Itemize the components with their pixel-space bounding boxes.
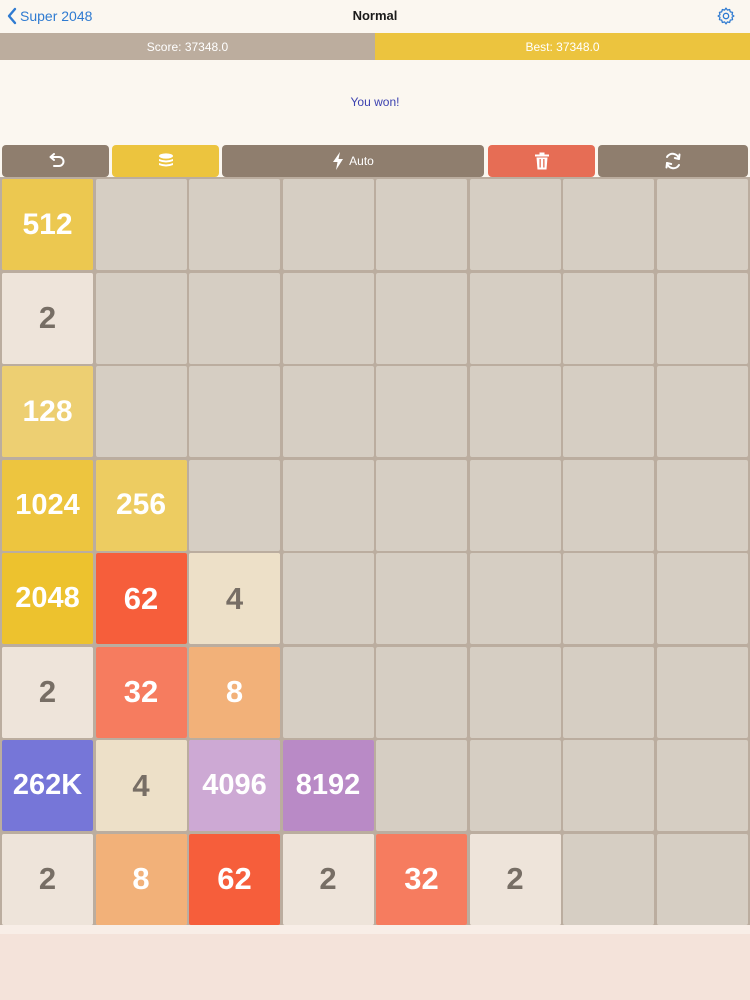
empty-cell — [563, 272, 654, 364]
empty-cell — [563, 459, 654, 551]
navigation-bar: Super 2048 Normal — [0, 0, 750, 33]
empty-cell — [376, 459, 467, 551]
tile: 2 — [2, 833, 93, 925]
empty-cell — [563, 179, 654, 270]
tile: 62 — [189, 833, 280, 925]
restart-button[interactable] — [598, 145, 748, 177]
tile: 256 — [95, 459, 187, 551]
empty-cell — [376, 646, 467, 738]
tile: 4096 — [189, 740, 280, 831]
gear-icon — [717, 7, 735, 25]
trash-icon — [534, 152, 549, 170]
empty-cell — [656, 646, 748, 738]
empty-cell — [376, 179, 467, 270]
back-button-label: Super 2048 — [20, 8, 93, 24]
tile: 62 — [95, 553, 187, 644]
tile: 32 — [376, 833, 467, 925]
empty-cell — [469, 740, 561, 831]
tile: 8 — [95, 833, 187, 925]
empty-cell — [469, 272, 561, 364]
undo-icon — [49, 153, 64, 167]
tile: 32 — [95, 646, 187, 738]
empty-cell — [563, 553, 654, 644]
empty-cell — [469, 366, 561, 457]
best-score-display: Best: 37348.0 — [375, 33, 750, 60]
settings-button[interactable] — [716, 6, 736, 31]
tile: 4 — [95, 740, 187, 831]
tile: 2 — [2, 272, 93, 364]
empty-cell — [656, 833, 748, 925]
empty-cell — [95, 179, 187, 270]
tile: 2 — [469, 833, 561, 925]
bottom-panel — [0, 925, 750, 1000]
empty-cell — [189, 179, 280, 270]
bottom-divider — [0, 925, 750, 934]
tile: 8192 — [282, 740, 374, 831]
empty-cell — [282, 272, 374, 364]
empty-cell — [563, 833, 654, 925]
tile: 2 — [2, 646, 93, 738]
page-title: Normal — [352, 8, 398, 23]
empty-cell — [469, 646, 561, 738]
empty-cell — [469, 459, 561, 551]
empty-cell — [95, 272, 187, 364]
empty-cell — [376, 740, 467, 831]
empty-cell — [282, 459, 374, 551]
empty-cell — [563, 740, 654, 831]
refresh-icon — [665, 152, 681, 170]
empty-cell — [563, 646, 654, 738]
tile: 2 — [282, 833, 374, 925]
auto-button-label: Auto — [349, 154, 374, 168]
undo-button[interactable] — [2, 145, 109, 177]
status-message: You won! — [350, 95, 400, 109]
empty-cell — [469, 179, 561, 270]
back-button[interactable]: Super 2048 — [6, 7, 92, 25]
empty-cell — [656, 366, 748, 457]
empty-cell — [656, 179, 748, 270]
empty-cell — [95, 366, 187, 457]
tile: 2048 — [2, 553, 93, 644]
tile: 8 — [189, 646, 280, 738]
empty-cell — [656, 459, 748, 551]
score-display: Score: 37348.0 — [0, 33, 375, 60]
empty-cell — [282, 646, 374, 738]
delete-button[interactable] — [488, 145, 595, 177]
score-bar: Score: 37348.0 Best: 37348.0 — [0, 33, 750, 60]
empty-cell — [189, 272, 280, 364]
empty-cell — [563, 366, 654, 457]
empty-cell — [282, 553, 374, 644]
tile: 128 — [2, 366, 93, 457]
tile: 4 — [189, 553, 280, 644]
empty-cell — [376, 553, 467, 644]
empty-cell — [656, 740, 748, 831]
tile: 262K — [2, 740, 93, 831]
empty-cell — [469, 553, 561, 644]
action-toolbar: Auto — [0, 145, 750, 177]
empty-cell — [189, 459, 280, 551]
empty-cell — [189, 366, 280, 457]
empty-cell — [282, 179, 374, 270]
empty-cell — [656, 553, 748, 644]
empty-cell — [656, 272, 748, 364]
chevron-left-icon — [7, 7, 17, 25]
game-board[interactable]: 512 2 128 1024 256 2048 62 4 2 32 8 262K 4 4096 8192 2 8… — [0, 177, 750, 925]
coins-icon — [158, 153, 173, 167]
empty-cell — [376, 272, 467, 364]
empty-cell — [282, 366, 374, 457]
tile: 512 — [2, 179, 93, 270]
lightning-icon — [333, 152, 344, 170]
coins-button[interactable] — [112, 145, 219, 177]
empty-cell — [376, 366, 467, 457]
auto-button[interactable]: Auto — [222, 145, 484, 177]
tile: 1024 — [2, 459, 93, 551]
